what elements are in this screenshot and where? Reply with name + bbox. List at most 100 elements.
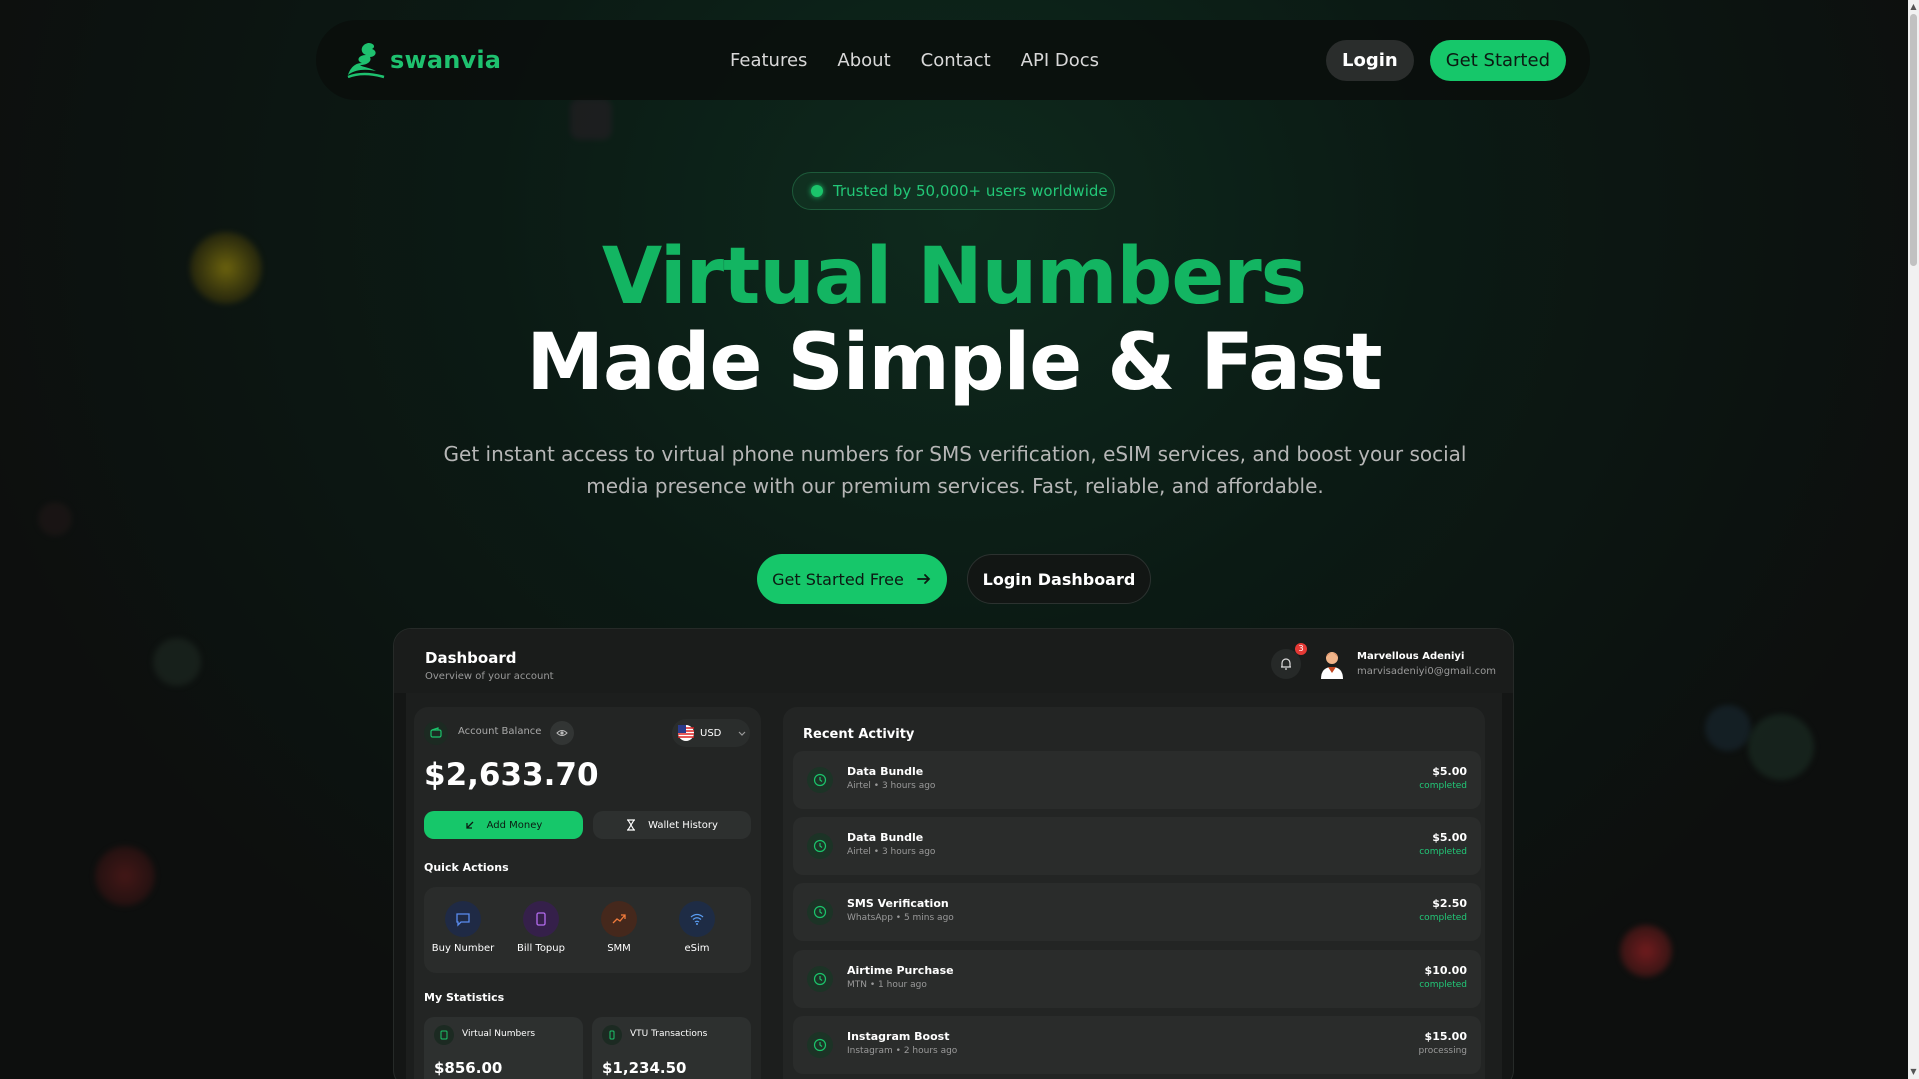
quick-action-esim[interactable]: eSim	[659, 901, 735, 954]
login-dashboard-button[interactable]: Login Dashboard	[967, 554, 1151, 604]
logo-text: swanvia	[390, 46, 502, 74]
dashboard-preview: Dashboard Overview of your account 3 Mar…	[393, 628, 1514, 1079]
get-started-free-button[interactable]: Get Started Free	[757, 554, 947, 604]
quick-action-bill-topup[interactable]: Bill Topup	[503, 901, 579, 954]
nav-actions: Login Get Started	[1326, 39, 1566, 81]
chat-icon	[445, 901, 481, 937]
us-flag-icon	[678, 725, 694, 741]
activity-detail: WhatsApp • 5 mins ago	[847, 913, 954, 923]
activity-name: Airtime Purchase	[847, 964, 954, 977]
activity-status: completed	[1419, 980, 1467, 990]
activity-detail: Airtel • 3 hours ago	[847, 847, 936, 857]
clock-icon	[807, 899, 833, 925]
top-navbar: swanvia Features About Contact API Docs …	[316, 20, 1590, 100]
activity-amount: $15.00	[1424, 1030, 1467, 1043]
get-started-button[interactable]: Get Started	[1429, 39, 1566, 81]
activity-name: Instagram Boost	[847, 1030, 950, 1043]
activity-row[interactable]: Data Bundle Airtel • 3 hours ago $5.00 comp…	[793, 817, 1481, 875]
user-name: Marvellous Adeniyi	[1357, 651, 1465, 662]
nav-links: Features About Contact API Docs	[730, 20, 1099, 100]
wallet-history-button[interactable]: Wallet History	[593, 811, 751, 839]
sim-icon	[434, 1025, 454, 1045]
floating-dollar-icon	[1620, 925, 1672, 977]
wallet-history-label: Wallet History	[648, 819, 718, 831]
quick-action-label: SMM	[607, 943, 631, 954]
notification-button[interactable]: 3	[1271, 643, 1307, 679]
scrollbar-thumb[interactable]	[1910, 14, 1917, 266]
stat-card-vtu-transactions: VTU Transactions $1,234.50	[592, 1017, 751, 1079]
user-email: marvisadeniyi0@gmail.com	[1357, 666, 1496, 677]
bell-icon	[1281, 658, 1291, 670]
stat-value: $1,234.50	[602, 1059, 687, 1077]
dashboard-title: Dashboard	[425, 649, 517, 667]
avatar[interactable]	[1318, 649, 1346, 679]
nav-link-api-docs[interactable]: API Docs	[1021, 50, 1099, 71]
activity-row[interactable]: Airtime Purchase MTN • 1 hour ago $10.00 co…	[793, 950, 1481, 1008]
quick-actions: Buy Number Bill Topup SMM eSim	[424, 887, 751, 973]
floating-telegram-icon	[1705, 705, 1751, 751]
page-scrollbar[interactable]: ▲ ▼	[1908, 0, 1919, 1079]
nav-link-contact[interactable]: Contact	[921, 50, 991, 71]
nav-link-about[interactable]: About	[837, 50, 890, 71]
toggle-balance-visibility[interactable]	[550, 721, 574, 745]
hero-title-line2: Made Simple & Fast	[526, 318, 1382, 408]
floating-instagram-icon	[570, 98, 612, 140]
activity-detail: Airtel • 3 hours ago	[847, 781, 936, 791]
activity-amount: $5.00	[1432, 831, 1467, 844]
login-button[interactable]: Login	[1326, 39, 1414, 81]
quick-action-buy-number[interactable]: Buy Number	[425, 901, 501, 954]
activity-status: completed	[1419, 913, 1467, 923]
floating-red-icon	[95, 846, 155, 906]
balance-amount: $2,633.70	[424, 757, 599, 793]
clock-icon	[807, 833, 833, 859]
currency-select[interactable]: USD	[672, 719, 750, 747]
stat-card-virtual-numbers: Virtual Numbers $856.00	[424, 1017, 583, 1079]
scroll-down-arrow-icon[interactable]: ▼	[1908, 1065, 1919, 1079]
swan-logo-icon	[347, 43, 385, 79]
dashboard-header: Dashboard Overview of your account 3 Mar…	[394, 629, 1513, 693]
quick-action-label: Buy Number	[431, 943, 495, 954]
activity-detail: Instagram • 2 hours ago	[847, 1046, 958, 1056]
floating-phone-icon	[1748, 714, 1814, 780]
arrow-right-icon	[916, 574, 931, 584]
stat-label: VTU Transactions	[630, 1029, 708, 1039]
scroll-up-arrow-icon[interactable]: ▲	[1908, 0, 1919, 14]
quick-action-label: Bill Topup	[517, 943, 565, 954]
activity-name: Data Bundle	[847, 765, 924, 778]
clock-icon	[807, 966, 833, 992]
hourglass-icon	[627, 819, 636, 831]
chevron-down-icon	[738, 731, 746, 736]
activity-name: SMS Verification	[847, 897, 949, 910]
currency-value: USD	[700, 727, 722, 739]
activity-amount: $10.00	[1424, 964, 1467, 977]
activity-row[interactable]: Data Bundle Airtel • 3 hours ago $5.00 comp…	[793, 751, 1481, 809]
quick-action-label: eSim	[684, 943, 710, 954]
activity-status: processing	[1418, 1046, 1467, 1056]
stat-value: $856.00	[434, 1059, 503, 1077]
add-money-button[interactable]: Add Money	[424, 811, 583, 839]
clock-icon	[807, 1032, 833, 1058]
clock-icon	[807, 767, 833, 793]
account-balance-label: Account Balance	[458, 726, 542, 737]
nav-link-features[interactable]: Features	[730, 50, 807, 71]
activity-row[interactable]: Instagram Boost Instagram • 2 hours ago $1…	[793, 1016, 1481, 1074]
account-card: Account Balance USD $2,633.70 Add Money	[414, 707, 761, 1079]
quick-action-smm[interactable]: SMM	[581, 901, 657, 954]
stat-label: Virtual Numbers	[462, 1029, 536, 1039]
logo[interactable]: swanvia	[346, 39, 501, 81]
status-dot-icon	[811, 185, 823, 197]
notification-count-badge: 3	[1295, 643, 1307, 655]
wifi-icon	[679, 901, 715, 937]
recent-activity-title: Recent Activity	[803, 727, 915, 742]
quick-actions-title: Quick Actions	[424, 861, 509, 874]
activity-row[interactable]: SMS Verification WhatsApp • 5 mins ago $2.…	[793, 883, 1481, 941]
add-money-label: Add Money	[486, 819, 543, 831]
eye-icon	[556, 730, 568, 736]
floating-circle-icon	[153, 638, 201, 686]
activity-name: Data Bundle	[847, 831, 924, 844]
dashboard-subtitle: Overview of your account	[425, 671, 554, 682]
activity-status: completed	[1419, 847, 1467, 857]
hero-subtitle: Get instant access to virtual phone numb…	[443, 442, 1467, 498]
wallet-icon	[424, 721, 448, 745]
phone-icon	[523, 901, 559, 937]
